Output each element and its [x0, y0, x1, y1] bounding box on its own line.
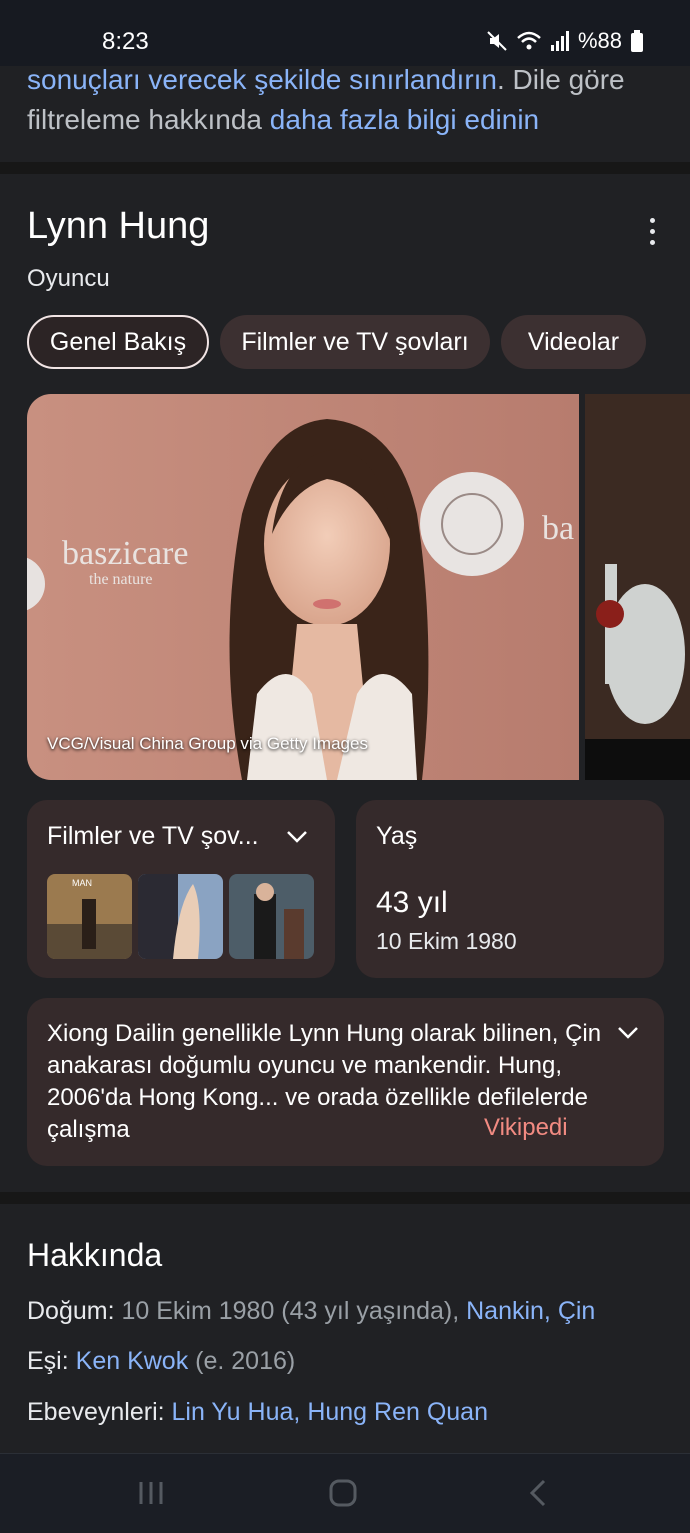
section-divider — [0, 162, 690, 174]
system-nav-bar — [0, 1453, 690, 1533]
restrict-results-link[interactable]: sonuçları verecek şekilde sınırlandırın — [27, 64, 497, 95]
wifi-icon — [517, 31, 541, 50]
birthplace-link[interactable]: Nankin, Çin — [466, 1297, 595, 1325]
section-divider — [0, 1192, 690, 1204]
tab-label: Videolar — [527, 327, 620, 356]
tab-videos[interactable]: Videolar — [501, 315, 646, 369]
tab-bar: Genel Bakış Filmler ve TV şovları Videol… — [27, 315, 690, 371]
about-heading: Hakkında — [27, 1237, 163, 1273]
fact-value: (e. 2016) — [188, 1347, 296, 1375]
status-icons: %88 — [486, 28, 644, 54]
photo-credit: VCG/Visual China Group via Getty Images — [47, 734, 368, 753]
mute-icon — [487, 31, 507, 51]
svg-text:the nature: the nature — [89, 571, 153, 588]
battery-level: %88 — [577, 28, 622, 53]
tab-movies-tv[interactable]: Filmler ve TV şovları — [220, 315, 490, 369]
age-card[interactable]: Yaş 43 yıl 10 Ekim 1980 — [356, 800, 664, 978]
film-poster[interactable]: MAN — [47, 874, 132, 959]
fact-parents: Ebeveynleri: Lin Yu Hua, Hung Ren Quan — [27, 1398, 488, 1427]
entity-subtitle: Oyuncu — [27, 265, 110, 292]
tab-overview[interactable]: Genel Bakış — [27, 315, 209, 369]
spouse-link[interactable]: Ken Kwok — [76, 1347, 189, 1375]
learn-more-link[interactable]: daha fazla bilgi edinin — [270, 104, 539, 135]
battery-icon — [631, 30, 643, 52]
svg-text:baszicare: baszicare — [62, 535, 188, 572]
wikipedia-source-link[interactable]: Vikipedi — [482, 1114, 568, 1142]
parent-link[interactable]: Hung Ren Quan — [307, 1398, 488, 1426]
fact-label: Ebeveynleri: — [27, 1398, 165, 1426]
parent-link[interactable]: Lin Yu Hua — [172, 1398, 294, 1426]
svg-text:ba: ba — [542, 510, 574, 547]
age-value: 43 yıl — [376, 886, 448, 919]
fact-birth: Doğum: 10 Ekim 1980 (43 yıl yaşında), Na… — [27, 1297, 595, 1326]
fact-spouse: Eşi: Ken Kwok (e. 2016) — [27, 1347, 295, 1376]
films-card-title: Filmler ve TV şov... — [47, 822, 259, 850]
film-poster[interactable] — [138, 874, 223, 959]
description-card[interactable]: Xiong Dailin genellikle Lynn Hung olarak… — [27, 998, 664, 1166]
language-filter-snippet: sonuçları verecek şekilde sınırlandırın.… — [27, 60, 677, 140]
secondary-photo[interactable] — [585, 394, 690, 780]
fact-label: Eşi: — [27, 1347, 69, 1375]
tab-label: Genel Bakış — [49, 327, 187, 356]
tab-label: Filmler ve TV şovları — [241, 327, 469, 356]
side-image — [585, 394, 690, 780]
status-time: 8:23 — [102, 28, 149, 55]
age-card-title: Yaş — [376, 822, 418, 850]
entity-title: Lynn Hung — [27, 205, 210, 247]
films-card[interactable]: Filmler ve TV şov... MAN — [27, 800, 335, 978]
birth-date: 10 Ekim 1980 — [376, 928, 517, 954]
parent-separator: , — [293, 1398, 308, 1426]
fact-label: Doğum: — [27, 1297, 115, 1325]
film-poster[interactable] — [229, 874, 314, 959]
more-options-icon[interactable] — [646, 218, 660, 248]
home-icon[interactable] — [328, 1478, 358, 1508]
portrait-image: baszicare the nature ba — [27, 394, 579, 780]
svg-text:MAN: MAN — [72, 878, 92, 888]
fact-value: 10 Ekim 1980 (43 yıl yaşında), — [114, 1297, 467, 1325]
chevron-down-icon[interactable] — [286, 830, 308, 844]
chevron-down-icon[interactable] — [617, 1026, 639, 1040]
main-photo[interactable]: baszicare the nature ba VCG/Visual China… — [27, 394, 579, 780]
back-icon[interactable] — [524, 1478, 554, 1508]
signal-icon — [550, 31, 569, 51]
films-thumbnails: MAN — [47, 874, 314, 959]
recent-apps-icon[interactable] — [136, 1478, 166, 1508]
status-bar: 8:23 %88 — [0, 0, 690, 66]
